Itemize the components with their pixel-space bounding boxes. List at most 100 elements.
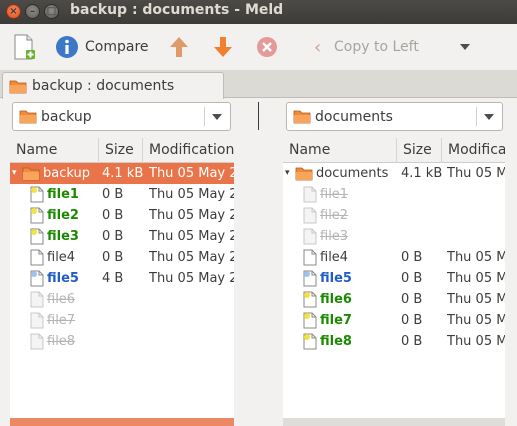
- name-cell: ▾ backup: [10, 163, 100, 184]
- file-row[interactable]: file3: [283, 226, 505, 247]
- copy-to-left-button[interactable]: ‹ Copy to Left: [314, 32, 419, 62]
- file-name: file4: [47, 250, 76, 265]
- modification-cell: Thu 05 M: [447, 334, 505, 349]
- name-cell: file3: [283, 226, 398, 247]
- folder-icon: [19, 110, 37, 124]
- folder-icon: [9, 80, 27, 93]
- file-row[interactable]: file5 0 B Thu 05 M: [283, 268, 505, 289]
- file-name: backup: [43, 166, 90, 181]
- file-name: file1: [320, 187, 349, 202]
- file-row[interactable]: file4 0 B Thu 05 May 2: [10, 247, 234, 268]
- name-cell: file5: [283, 268, 398, 289]
- file-name: file5: [320, 271, 352, 286]
- missing-file-icon: [30, 312, 44, 329]
- toolbar-overflow-button[interactable]: [460, 32, 470, 62]
- file-name: file6: [47, 292, 76, 307]
- column-header-modification[interactable]: Modifica: [442, 138, 505, 163]
- file-row[interactable]: file4 0 B Thu 05 M: [283, 247, 505, 268]
- size-cell: [102, 331, 146, 352]
- next-change-button[interactable]: [212, 32, 234, 62]
- name-cell: file8: [10, 331, 100, 352]
- modification-cell: [447, 205, 505, 226]
- column-header-modification[interactable]: Modification: [143, 138, 234, 163]
- file-row[interactable]: file3 0 B Thu 05 May 2: [10, 226, 234, 247]
- missing-file-icon: [303, 228, 317, 245]
- pane-divider: [258, 102, 259, 130]
- window-title: backup : documents - Meld: [70, 2, 284, 18]
- column-header-name[interactable]: Name: [10, 138, 99, 163]
- tab-bar: backup : documents: [0, 70, 517, 99]
- file-name: file8: [320, 334, 352, 349]
- file-row[interactable]: file5 4 B Thu 05 May 2: [10, 268, 234, 289]
- chevron-down-icon: [460, 44, 470, 50]
- maximize-window-button[interactable]: □: [44, 4, 59, 19]
- tab-label: backup : documents: [32, 78, 175, 94]
- modification-cell: Thu 05 M: [447, 271, 505, 286]
- size-cell: 0 B: [401, 292, 423, 307]
- name-cell: file4: [283, 247, 398, 268]
- folder-row[interactable]: ▾ backup 4.1 kB Thu 05 May 2: [10, 163, 234, 184]
- stop-button[interactable]: [256, 32, 278, 62]
- size-cell: [401, 226, 446, 247]
- new-file-icon: [30, 186, 44, 203]
- size-cell: 4 B: [102, 271, 124, 286]
- toolbar: Compare ‹ Copy to Left: [0, 24, 517, 70]
- modification-cell: Thu 05 M: [447, 292, 505, 307]
- minimize-window-button[interactable]: –: [25, 4, 40, 19]
- name-cell: file2: [10, 205, 100, 226]
- previous-change-button[interactable]: [168, 32, 190, 62]
- name-cell: file4: [10, 247, 100, 268]
- modification-cell: Thu 05 May 2: [149, 271, 234, 286]
- file-name: file1: [47, 187, 79, 202]
- name-cell: file7: [10, 310, 100, 331]
- column-header-size[interactable]: Size: [99, 138, 143, 163]
- file-name: file2: [47, 208, 79, 223]
- name-cell: file1: [283, 184, 398, 205]
- compare-button[interactable]: Compare: [55, 32, 149, 62]
- new-file-icon: [303, 333, 317, 350]
- name-cell: file6: [10, 289, 100, 310]
- file-row[interactable]: file6 0 B Thu 05 M: [283, 289, 505, 310]
- file-name: file6: [320, 292, 352, 307]
- folder-row[interactable]: ▾ documents 4.1 kB Thu 05 M: [283, 163, 505, 184]
- file-row[interactable]: file7 0 B Thu 05 M: [283, 310, 505, 331]
- expander-icon[interactable]: ▾: [12, 163, 22, 184]
- file-icon: [30, 249, 44, 266]
- modification-cell: Thu 05 M: [447, 166, 505, 181]
- right-location-combo[interactable]: documents: [286, 102, 503, 131]
- left-location-combo[interactable]: backup: [12, 102, 231, 131]
- file-row[interactable]: file2: [283, 205, 505, 226]
- modification-cell: Thu 05 May 2: [149, 166, 234, 181]
- copy-to-left-label: Copy to Left: [334, 39, 419, 55]
- column-header-name[interactable]: Name: [283, 138, 397, 163]
- size-cell: 4.1 kB: [401, 166, 443, 181]
- combo-separator: [476, 107, 477, 126]
- file-row[interactable]: file1: [283, 184, 505, 205]
- modification-cell: [447, 226, 505, 247]
- file-row[interactable]: file2 0 B Thu 05 May 2: [10, 205, 234, 226]
- close-window-button[interactable]: ×: [6, 4, 21, 19]
- file-row[interactable]: file1 0 B Thu 05 May 2: [10, 184, 234, 205]
- modification-cell: [447, 184, 505, 205]
- column-header-size[interactable]: Size: [397, 138, 442, 163]
- file-row[interactable]: file8: [10, 331, 234, 352]
- folder-icon: [295, 167, 313, 181]
- file-row[interactable]: file7: [10, 310, 234, 331]
- size-cell: [102, 289, 146, 310]
- expander-icon[interactable]: ▾: [285, 163, 295, 184]
- name-cell: file7: [283, 310, 398, 331]
- chevron-left-icon: ‹: [314, 36, 322, 58]
- file-name: documents: [316, 166, 389, 181]
- right-pane[interactable]: Name Size Modifica ▾ documents 4.1 kB Thu 0…: [283, 138, 505, 426]
- size-cell: 0 B: [102, 208, 124, 223]
- file-row[interactable]: file6: [10, 289, 234, 310]
- arrow-up-icon: [170, 37, 188, 57]
- title-bar: × – □ backup : documents - Meld: [0, 0, 517, 24]
- left-pane[interactable]: Name Size Modification ▾ backup 4.1 kB Thu …: [10, 138, 234, 426]
- name-cell: file2: [283, 205, 398, 226]
- tab-comparison[interactable]: backup : documents: [2, 72, 224, 99]
- new-comparison-button[interactable]: [12, 32, 36, 62]
- file-row[interactable]: file8 0 B Thu 05 M: [283, 331, 505, 352]
- new-file-icon: [30, 228, 44, 245]
- modification-cell: Thu 05 May 2: [149, 187, 234, 202]
